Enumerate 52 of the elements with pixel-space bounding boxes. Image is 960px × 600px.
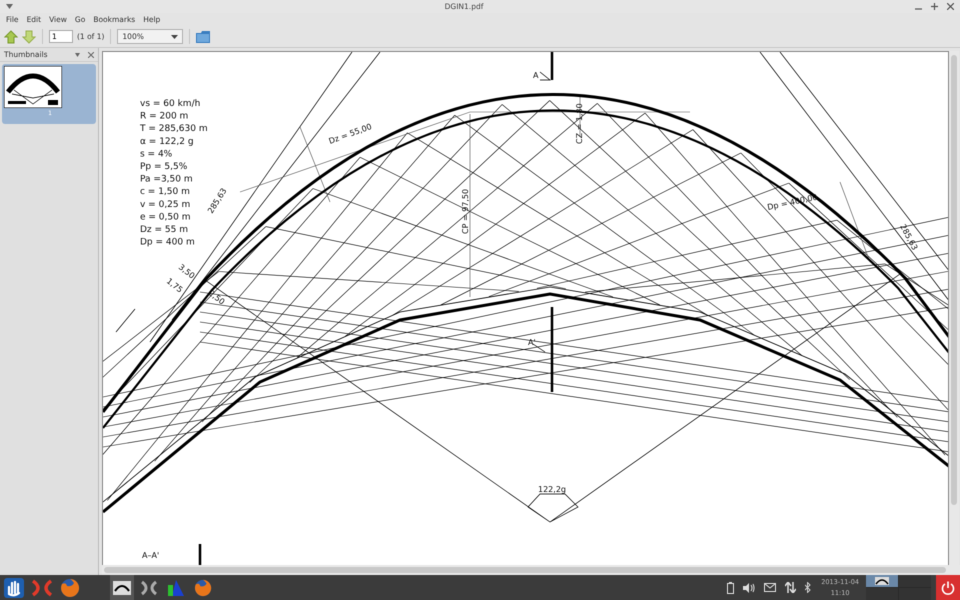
window-menu-icon[interactable] (6, 4, 13, 9)
parameter-text: v = 0,25 m (140, 200, 190, 210)
parameter-text: s = 4% (140, 149, 172, 160)
hand-icon[interactable] (4, 578, 24, 598)
scrollbar-thumb[interactable] (951, 55, 957, 505)
parameter-text: Pa =3,50 m (140, 174, 193, 185)
bluetooth-icon[interactable] (805, 582, 812, 593)
dimension-label: CP = 97,50 (461, 188, 470, 234)
power-icon (941, 580, 955, 594)
close-icon[interactable] (947, 3, 954, 10)
dimension-label: A–A' (142, 551, 160, 560)
horizontal-scrollbar[interactable] (102, 565, 960, 575)
power-button[interactable] (936, 575, 960, 600)
network-arrows-icon[interactable] (785, 582, 796, 593)
workspace-cell[interactable] (866, 588, 898, 600)
triangle-icon (167, 578, 185, 596)
browser-icon (194, 578, 212, 596)
dimension-label: Dp = 400,00 (766, 192, 818, 212)
caret-icon (171, 34, 178, 38)
parameter-text: R = 200 m (140, 112, 188, 122)
parameter-text: e = 0,50 m (140, 212, 190, 222)
workspace-cell[interactable] (899, 588, 931, 600)
dimension-label: 122,2g (538, 485, 566, 494)
parameter-text: Dz = 55 m (140, 225, 188, 235)
document-viewer-icon (113, 580, 131, 594)
dimension-label: Dz = 55,00 (328, 122, 374, 146)
taskbar-item[interactable] (110, 575, 134, 600)
parameter-text: Dp = 400 m (140, 238, 195, 248)
workspace-cell[interactable] (899, 575, 931, 587)
scrollbar-thumb[interactable] (104, 567, 946, 573)
folder-icon[interactable] (196, 30, 210, 42)
volume-icon[interactable] (743, 582, 756, 592)
app-icon[interactable] (31, 578, 53, 598)
dimension-label: A (533, 71, 538, 80)
dropdown-icon[interactable] (75, 52, 80, 56)
browser-icon[interactable] (60, 578, 80, 598)
battery-icon[interactable] (727, 582, 734, 594)
close-icon[interactable] (88, 52, 94, 58)
thumbnail-drawing (4, 66, 62, 108)
parameter-text: T = 285,630 m (140, 124, 208, 134)
parameter-text: α = 122,2 g (140, 136, 194, 147)
vertical-scrollbar[interactable] (949, 51, 959, 565)
maximize-icon[interactable] (931, 3, 938, 10)
app-icon (140, 580, 158, 596)
workspace-cell[interactable] (866, 575, 898, 587)
window-thumbnail-icon (875, 577, 889, 585)
parameter-text: Pp = 5,5% (140, 162, 188, 172)
dimension-label: CZ = 1,80 (575, 103, 584, 144)
arrow-up-icon[interactable] (4, 30, 18, 44)
mail-icon[interactable] (764, 583, 776, 592)
parameter-text: vs = 60 km/h (140, 99, 200, 109)
parameter-text: c = 1,50 m (140, 187, 190, 198)
